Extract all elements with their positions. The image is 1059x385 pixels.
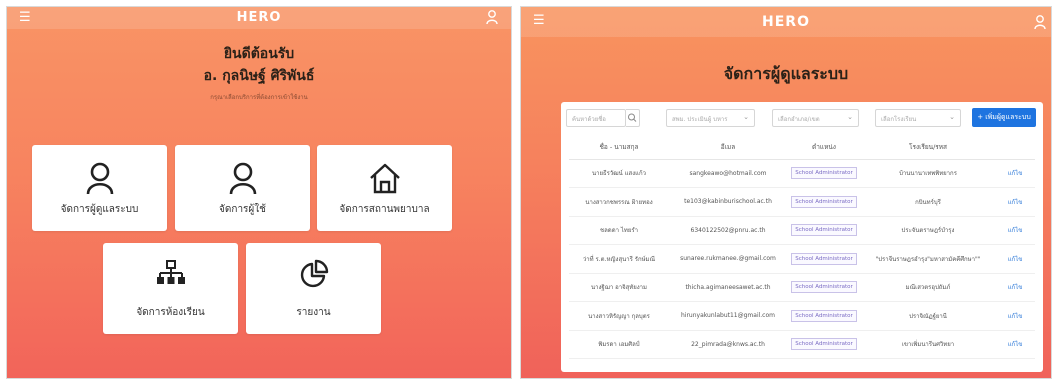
cell-position: School Administrator	[787, 273, 861, 302]
cell-position: School Administrator	[787, 244, 861, 274]
position-select[interactable]: สพม. ประเมินผู้ บหาร ⌄	[666, 109, 755, 127]
menu-card-hospitals[interactable]: จัดการสถานพยาบาล	[317, 145, 452, 231]
menu-card-classrooms[interactable]: จัดการห้องเรียน	[103, 243, 238, 334]
cell-email: sangkeawo@hotmail.com	[669, 159, 787, 188]
edit-link[interactable]: แก้ไข	[995, 301, 1035, 331]
user-icon[interactable]	[485, 9, 499, 25]
top-navbar: ☰ HERO	[521, 7, 1051, 37]
cell-name: นายธีรวัฒน์ แสงแก้ว	[569, 159, 669, 188]
cell-name: นางสาวหิรัญญา กุลบุตร	[569, 301, 669, 331]
cell-position: School Administrator	[787, 187, 861, 217]
top-navbar: ☰ HERO	[7, 7, 511, 29]
cell-school: "ปราจีนราษฎรอำรุง"มหาสามัคคีศึกษา""	[861, 244, 995, 274]
search-input[interactable]: ค้นหาด้วยชื่อ	[566, 109, 626, 127]
cell-position: School Administrator	[787, 330, 861, 359]
cell-school: ประจันตราษฎร์บำรุง	[861, 216, 995, 245]
cell-email: thicha.agimaneesawet.ac.th	[669, 273, 787, 302]
school-select[interactable]: เลือกโรงเรียน ⌄	[875, 109, 961, 127]
edit-link[interactable]: แก้ไข	[995, 159, 1035, 188]
table-row: พิมรดา เอมศิลป์ 22_pimrada@knws.ac.th Sc…	[569, 330, 1035, 359]
edit-link[interactable]: แก้ไข	[995, 273, 1035, 302]
menu-card-admin[interactable]: จัดการผู้ดูแลระบบ	[32, 145, 167, 231]
table-row: นางฐิฌา อาจิสุทัยงาม thicha.agimaneesawe…	[569, 273, 1035, 302]
position-badge: School Administrator	[791, 252, 857, 265]
table-row: นางสาวหิรัญญา กุลบุตร hirunyakunlabut11@…	[569, 301, 1035, 331]
school-select-placeholder: เลือกโรงเรียน	[881, 116, 917, 123]
table-row: นางสาวกชพรรณ ฝ้ายทอง te103@kabinburischo…	[569, 187, 1035, 217]
cell-email: te103@kabinburischool.ac.th	[669, 187, 787, 217]
search-button[interactable]	[626, 109, 640, 127]
cell-school: มณีเสวตรอุปถัมภ์	[861, 273, 995, 302]
menu-card-reports[interactable]: รายงาน	[246, 243, 381, 334]
user-icon	[229, 162, 256, 195]
cell-school: ปราจิณัฏฐ์ยานี	[861, 301, 995, 331]
position-badge: School Administrator	[791, 338, 857, 351]
home-icon	[369, 163, 400, 194]
chevron-down-icon: ⌄	[743, 113, 749, 121]
position-badge: School Administrator	[791, 281, 857, 294]
chevron-down-icon: ⌄	[949, 113, 955, 121]
position-badge: School Administrator	[791, 309, 857, 322]
instruction-text: กรุณาเลือกบริการที่ต้องการเข้าใช้งาน	[210, 94, 308, 101]
district-select-placeholder: เลือกอำเภอ/เขต	[778, 116, 820, 123]
column-header-school: โรงเรียน/รหส	[861, 135, 995, 160]
home-panel: ☰ HERO ยินดีต้อนรับ อ. กุลนิษฐ์ ศิริพันธ…	[6, 6, 512, 379]
search-icon	[628, 113, 637, 122]
cell-school: เขาเพิ่มนารีนศวิทยา	[861, 330, 995, 359]
table-row: นายธีรวัฒน์ แสงแก้ว sangkeawo@hotmail.co…	[569, 159, 1035, 188]
welcome-heading: ยินดีต้อนรับ	[223, 46, 295, 62]
cell-email: sunaree.rukmanee.@gmail.com	[669, 244, 787, 274]
user-icon[interactable]	[1033, 14, 1047, 30]
brand-title: HERO	[762, 14, 810, 30]
column-header-action	[995, 135, 1035, 160]
admin-table: ชื่อ - นามสกุล อีเมล ตำแหน่ง โรงเรียน/รห…	[569, 135, 1035, 359]
cell-position: School Administrator	[787, 216, 861, 245]
table-header-row: ชื่อ - นามสกุล อีเมล ตำแหน่ง โรงเรียน/รห…	[569, 135, 1035, 160]
edit-link[interactable]: แก้ไข	[995, 216, 1035, 245]
cell-position: School Administrator	[787, 159, 861, 188]
edit-link[interactable]: แก้ไข	[995, 187, 1035, 217]
cell-email: 22_pimrada@knws.ac.th	[669, 330, 787, 359]
menu-card-label: รายงาน	[296, 307, 331, 318]
menu-card-label: จัดการสถานพยาบาล	[339, 204, 430, 215]
admin-table-card: ค้นหาด้วยชื่อ สพม. ประเมินผู้ บหาร ⌄ เลื…	[561, 102, 1043, 372]
column-header-email: อีเมล	[669, 135, 787, 160]
edit-link[interactable]: แก้ไข	[995, 330, 1035, 359]
cell-name: ว่าที่ ร.ต.หญิงสุนารี รักษ์มณี	[569, 244, 669, 274]
district-select[interactable]: เลือกอำเภอ/เขต ⌄	[772, 109, 859, 127]
brand-title: HERO	[236, 10, 282, 25]
position-badge: School Administrator	[791, 167, 857, 180]
column-header-position: ตำแหน่ง	[787, 135, 861, 160]
cell-name: ชลดดา ไทยรำ	[569, 216, 669, 245]
cell-position: School Administrator	[787, 301, 861, 331]
pie-chart-icon	[300, 259, 328, 288]
add-admin-button[interactable]: + เพิ่มผู้ดูแลระบบ	[972, 108, 1036, 127]
admin-management-panel: ☰ HERO จัดการผู้ดูแลระบบ ค้นหาด้วยชื่อ ส…	[520, 6, 1052, 379]
cell-name: นางสาวกชพรรณ ฝ้ายทอง	[569, 187, 669, 217]
user-name: อ. กุลนิษฐ์ ศิริพันธ์	[203, 68, 315, 84]
cell-school: กบินทร์บุรี	[861, 187, 995, 217]
page-title: จัดการผู้ดูแลระบบ	[723, 64, 849, 83]
menu-card-label: จัดการผู้ดูแลระบบ	[60, 204, 139, 215]
position-select-value: สพม. ประเมินผู้ บหาร	[672, 116, 728, 123]
table-row: ว่าที่ ร.ต.หญิงสุนารี รักษ์มณี sunaree.r…	[569, 244, 1035, 274]
cell-email: hirunyakunlabut11@gmail.com	[669, 301, 787, 331]
edit-link[interactable]: แก้ไข	[995, 244, 1035, 274]
position-badge: School Administrator	[791, 195, 857, 208]
menu-card-label: จัดการผู้ใช้	[219, 204, 266, 215]
cell-name: นางฐิฌา อาจิสุทัยงาม	[569, 273, 669, 302]
menu-card-users[interactable]: จัดการผู้ใช้	[175, 145, 310, 231]
position-badge: School Administrator	[791, 224, 857, 237]
cell-email: 6340122502@pnru.ac.th	[669, 216, 787, 245]
table-row: ชลดดา ไทยรำ 6340122502@pnru.ac.th School…	[569, 216, 1035, 245]
menu-card-label: จัดการห้องเรียน	[136, 307, 205, 318]
user-icon	[86, 162, 113, 195]
cell-school: บ้านนานาเทพพิทยากร	[861, 159, 995, 188]
chevron-down-icon: ⌄	[847, 113, 853, 121]
sitemap-icon	[156, 260, 185, 284]
column-header-name: ชื่อ - นามสกุล	[569, 135, 669, 160]
cell-name: พิมรดา เอมศิลป์	[569, 330, 669, 359]
